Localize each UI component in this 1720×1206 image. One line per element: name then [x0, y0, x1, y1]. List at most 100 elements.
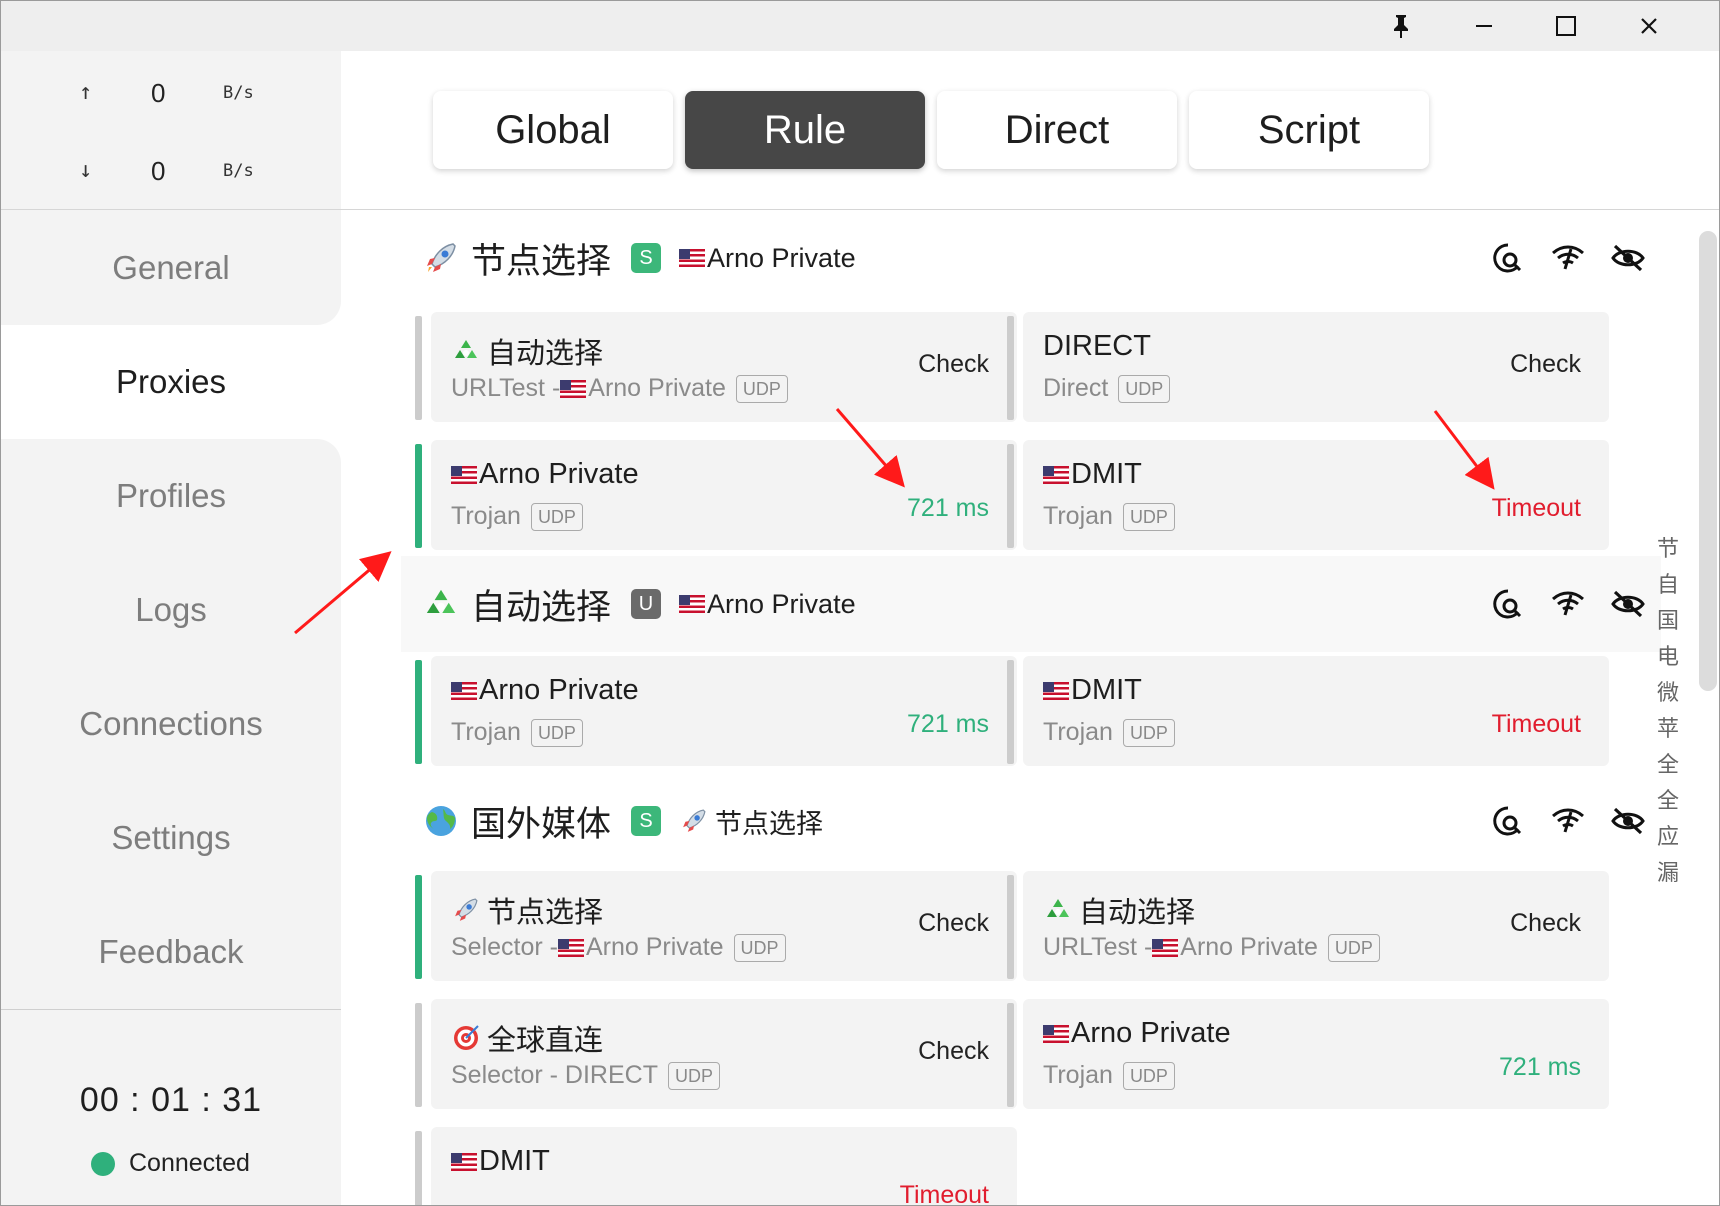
proxy-type: Trojan	[1043, 718, 1113, 746]
mode-script-button[interactable]: Script	[1189, 91, 1429, 169]
proxy-card[interactable]: 自动选择 URLTest - Arno Private UDP Check	[415, 312, 1017, 422]
proxy-card[interactable]: DIRECT Direct UDP Check	[1007, 312, 1609, 422]
check-latency-button[interactable]: Check	[918, 350, 989, 379]
group-current-proxy: Arno Private	[679, 243, 856, 274]
udp-tag: UDP	[1122, 1061, 1175, 1090]
group-index-item[interactable]: 漏	[1657, 855, 1679, 891]
proxy-card[interactable]: 自动选择 URLTest - Arno Private UDP Check	[1007, 871, 1609, 981]
wifi-test-icon[interactable]	[1551, 587, 1585, 621]
scrollbar[interactable]	[1699, 231, 1717, 691]
wifi-test-icon[interactable]	[1551, 804, 1585, 838]
nav-item-feedback[interactable]: Feedback	[1, 895, 341, 1009]
proxy-name: 自动选择	[487, 338, 604, 370]
group-index-item[interactable]: 自	[1657, 567, 1679, 603]
check-latency-button[interactable]: Check	[1510, 909, 1581, 938]
latency-value[interactable]: 721 ms	[1499, 1053, 1581, 1082]
proxy-type: Trojan	[1043, 1061, 1113, 1089]
us-flag-icon	[1043, 681, 1069, 700]
group-index-item[interactable]: 节	[1657, 531, 1679, 567]
eye-off-icon[interactable]	[1611, 241, 1645, 275]
proxy-name: Arno Private	[479, 458, 639, 490]
check-latency-button[interactable]: Check	[1510, 350, 1581, 379]
download-arrow-icon: ↓	[79, 158, 93, 183]
proxy-type: Selector - DIRECT	[451, 1061, 658, 1089]
group-index-item[interactable]: 应	[1657, 819, 1679, 855]
mode-direct-button[interactable]: Direct	[937, 91, 1177, 169]
group-name: 国外媒体	[471, 804, 612, 844]
latency-value[interactable]: Timeout	[1492, 710, 1581, 739]
group-index: 节 自 国 电 微 苹 全 全 应 漏	[1653, 531, 1683, 891]
nav-item-settings[interactable]: Settings	[1, 781, 341, 895]
proxy-type: Trojan	[451, 502, 521, 530]
group-current-proxy: Arno Private	[679, 589, 856, 620]
connection-status: Connected	[91, 1149, 250, 1178]
group-index-item[interactable]: 苹	[1657, 711, 1679, 747]
latency-test-icon[interactable]	[1491, 587, 1525, 621]
globe-icon	[421, 801, 461, 841]
nav-item-general[interactable]: General	[1, 211, 341, 325]
mode-rule-button[interactable]: Rule	[685, 91, 925, 169]
recycle-icon	[1043, 895, 1073, 925]
nav-item-profiles[interactable]: Profiles	[1, 439, 341, 553]
us-flag-icon	[451, 465, 477, 484]
latency-value[interactable]: Timeout	[900, 1181, 989, 1205]
group-index-item[interactable]: 全	[1657, 783, 1679, 819]
proxy-card[interactable]: Arno Private Trojan UDP 721 ms	[415, 656, 1017, 766]
eye-off-icon[interactable]	[1611, 587, 1645, 621]
mode-global-button[interactable]: Global	[433, 91, 673, 169]
proxy-name: Arno Private	[479, 674, 639, 706]
group-current-label: Arno Private	[707, 588, 856, 619]
connection-label: Connected	[129, 1149, 250, 1177]
proxy-card[interactable]: 全球直连 Selector - DIRECT UDP Check	[415, 999, 1017, 1109]
group-header[interactable]: 自动选择 U Arno Private	[401, 556, 1661, 652]
latency-test-icon[interactable]	[1491, 804, 1525, 838]
group-header[interactable]: 国外媒体 S 节点选择	[401, 773, 1661, 869]
latency-value[interactable]: Timeout	[1492, 494, 1581, 523]
upload-unit: B/s	[223, 83, 254, 103]
proxy-card[interactable]: Arno Private Trojan UDP 721 ms	[415, 440, 1017, 550]
download-value: 0	[151, 156, 166, 186]
selection-indicator	[415, 1131, 422, 1205]
nav-item-connections[interactable]: Connections	[1, 667, 341, 781]
group-header[interactable]: 节点选择 S Arno Private	[401, 210, 1661, 306]
recycle-icon	[421, 584, 461, 624]
selection-indicator	[415, 1003, 422, 1107]
group-index-item[interactable]: 国	[1657, 603, 1679, 639]
group-index-item[interactable]: 电	[1657, 639, 1679, 675]
group-type-badge: S	[631, 806, 662, 836]
us-flag-icon	[451, 681, 477, 700]
us-flag-icon	[1043, 465, 1069, 484]
proxy-card[interactable]: Arno Private Trojan UDP 721 ms	[1007, 999, 1609, 1109]
close-icon[interactable]	[1609, 1, 1689, 51]
upload-rate: ↑ 0 B/s	[1, 73, 341, 113]
nav-item-logs[interactable]: Logs	[1, 553, 341, 667]
latency-value[interactable]: 721 ms	[907, 710, 989, 739]
proxy-card[interactable]: DMIT Trojan UDP Timeout	[1007, 440, 1609, 550]
proxy-card[interactable]: 节点选择 Selector - Arno Private UDP Check	[415, 871, 1017, 981]
latency-value[interactable]: 721 ms	[907, 494, 989, 523]
wifi-test-icon[interactable]	[1551, 241, 1585, 275]
group-current-proxy: 节点选择	[679, 802, 823, 841]
proxy-card[interactable]: DMIT Timeout	[415, 1127, 1017, 1205]
group-actions	[1491, 556, 1645, 652]
group-current-label: Arno Private	[707, 242, 856, 273]
app-window: ↑ 0 B/s ↓ 0 B/s General Proxies Profiles…	[0, 0, 1720, 1206]
us-flag-icon	[560, 379, 587, 398]
us-flag-icon	[679, 595, 706, 613]
proxy-current: Arno Private	[1180, 933, 1318, 961]
pin-icon[interactable]	[1361, 1, 1441, 51]
nav-item-proxies[interactable]: Proxies	[1, 325, 341, 439]
proxy-type: URLTest -	[451, 374, 561, 402]
latency-test-icon[interactable]	[1491, 241, 1525, 275]
eye-off-icon[interactable]	[1611, 804, 1645, 838]
minimize-icon[interactable]	[1444, 1, 1524, 51]
group-index-item[interactable]: 全	[1657, 747, 1679, 783]
check-latency-button[interactable]: Check	[918, 909, 989, 938]
group-index-item[interactable]: 微	[1657, 675, 1679, 711]
check-latency-button[interactable]: Check	[918, 1037, 989, 1066]
proxy-type: Selector -	[451, 933, 558, 961]
us-flag-icon	[557, 938, 584, 957]
proxy-card[interactable]: DMIT Trojan UDP Timeout	[1007, 656, 1609, 766]
maximize-icon[interactable]	[1526, 1, 1606, 51]
proxy-current: Arno Private	[588, 374, 726, 402]
